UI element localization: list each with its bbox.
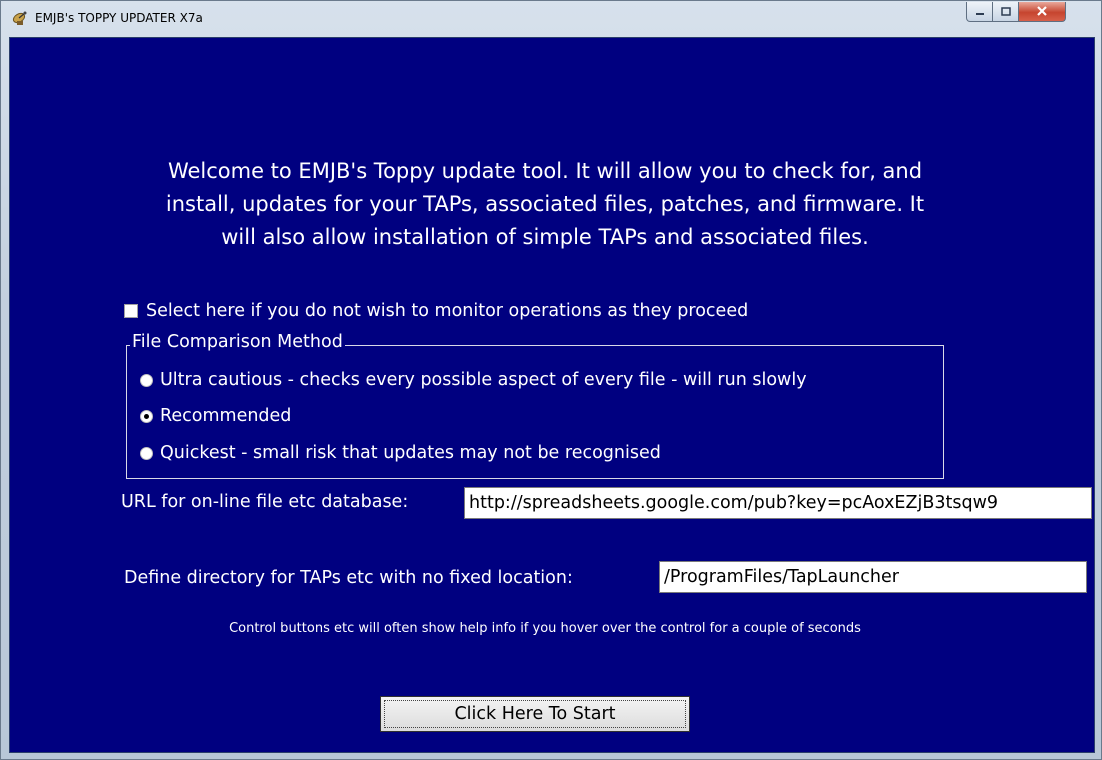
option-label: Recommended [160, 406, 292, 426]
close-icon [1035, 2, 1049, 21]
monitor-checkbox-label: Select here if you do not wish to monito… [146, 301, 749, 321]
title-bar[interactable]: EMJB's TOPPY UPDATER X7a [1, 1, 1101, 37]
close-button[interactable] [1019, 2, 1066, 22]
app-window: EMJB's TOPPY UPDATER X7a Welcome to EMJB… [0, 0, 1102, 760]
monitor-checkbox-row[interactable]: Select here if you do not wish to monito… [124, 299, 748, 323]
satellite-dish-icon [11, 10, 29, 26]
file-comparison-title: File Comparison Method [130, 332, 345, 352]
window-title: EMJB's TOPPY UPDATER X7a [35, 11, 203, 25]
welcome-line-2: install, updates for your TAPs, associat… [165, 192, 925, 216]
welcome-line-1: Welcome to EMJB's Toppy update tool. It … [167, 159, 923, 183]
start-button[interactable]: Click Here To Start [380, 696, 690, 732]
url-input[interactable]: http://spreadsheets.google.com/pub?key=p… [464, 487, 1092, 519]
minimize-icon [974, 2, 986, 21]
radio-ultra-cautious[interactable] [140, 373, 153, 387]
maximize-button[interactable] [993, 2, 1019, 22]
url-label: URL for on-line file etc database: [121, 492, 409, 512]
minimize-button[interactable] [966, 2, 993, 22]
option-label: Quickest - small risk that updates may n… [160, 443, 661, 463]
option-recommended[interactable]: Recommended [140, 404, 291, 428]
directory-label: Define directory for TAPs etc with no fi… [124, 568, 573, 588]
directory-input[interactable]: /ProgramFiles/TapLauncher [659, 561, 1087, 593]
option-quickest[interactable]: Quickest - small risk that updates may n… [140, 441, 661, 465]
radio-quickest[interactable] [140, 446, 153, 460]
monitor-checkbox[interactable] [124, 304, 138, 318]
help-hint: Control buttons etc will often show help… [229, 621, 861, 636]
radio-recommended[interactable] [140, 409, 153, 423]
option-label: Ultra cautious - checks every possible a… [160, 370, 807, 390]
option-ultra-cautious[interactable]: Ultra cautious - checks every possible a… [140, 368, 807, 392]
welcome-line-3: will also allow installation of simple T… [221, 225, 869, 249]
maximize-icon [1000, 2, 1012, 21]
welcome-message: Welcome to EMJB's Toppy update tool. It … [10, 155, 1080, 254]
main-panel: Welcome to EMJB's Toppy update tool. It … [9, 37, 1095, 753]
